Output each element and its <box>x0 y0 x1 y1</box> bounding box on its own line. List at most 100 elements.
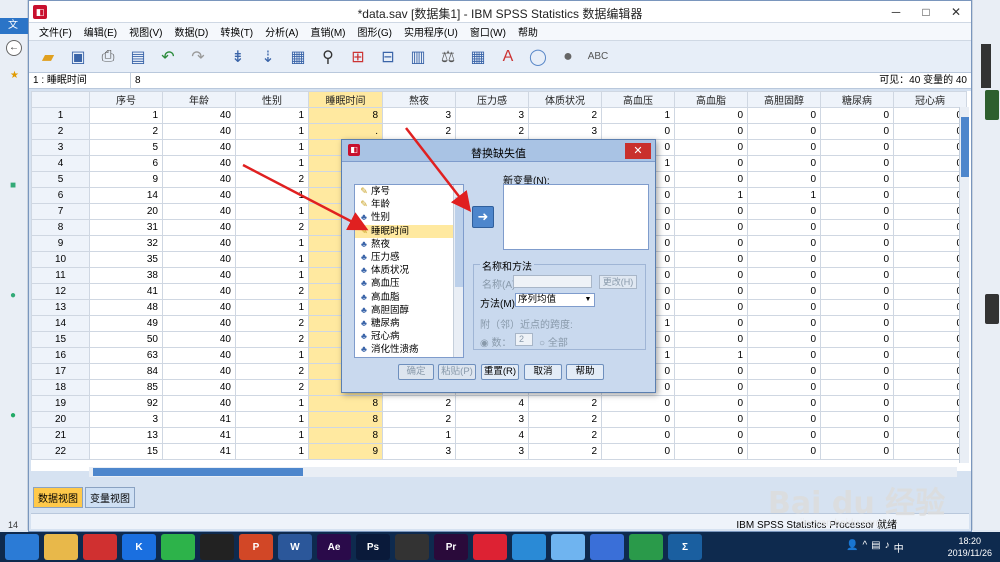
browser-icon[interactable] <box>5 534 39 560</box>
table-cell[interactable]: 1 <box>89 107 163 124</box>
variable-list-item[interactable]: ✎ 年龄 <box>355 198 463 211</box>
table-cell[interactable]: 0 <box>820 299 894 316</box>
table-cell[interactable]: 40 <box>162 187 236 204</box>
table-cell[interactable]: 8 <box>308 427 383 444</box>
show-all-icon[interactable]: ● <box>555 44 581 70</box>
back-nav-icon[interactable]: ← <box>6 40 22 56</box>
table-cell[interactable]: 4 <box>455 395 529 412</box>
find-icon[interactable]: ⚲ <box>315 44 341 70</box>
table-cell[interactable]: 9 <box>308 443 383 460</box>
table-cell[interactable]: 0 <box>893 267 967 284</box>
kugou-icon[interactable]: K <box>122 534 156 560</box>
row-header[interactable]: 8 <box>31 219 90 236</box>
table-cell[interactable]: 3 <box>455 411 529 428</box>
table-cell[interactable]: 41 <box>162 411 236 428</box>
chat-bubble-icon[interactable] <box>512 534 546 560</box>
table-cell[interactable]: 0 <box>893 219 967 236</box>
table-cell[interactable]: 40 <box>162 283 236 300</box>
table-cell[interactable]: 41 <box>89 283 163 300</box>
variable-list-item[interactable]: ♣ 高胆固醇 <box>355 304 463 317</box>
table-cell[interactable]: 40 <box>162 251 236 268</box>
table-cell[interactable]: 0 <box>820 155 894 172</box>
table-cell[interactable]: 0 <box>601 427 675 444</box>
table-cell[interactable]: 0 <box>674 395 748 412</box>
menu-graphs[interactable]: 图形(G) <box>351 24 397 39</box>
table-cell[interactable]: 38 <box>89 267 163 284</box>
table-cell[interactable]: 0 <box>674 427 748 444</box>
method-select[interactable]: 序列均值 ▼ <box>515 293 595 307</box>
table-cell[interactable]: 2 <box>455 123 529 140</box>
table-cell[interactable]: 8 <box>308 411 383 428</box>
table-cell[interactable]: 0 <box>747 283 821 300</box>
maximize-button[interactable]: □ <box>911 1 941 23</box>
table-cell[interactable]: 2 <box>235 363 309 380</box>
variable-list-item[interactable]: ♣ 压力感 <box>355 251 463 264</box>
table-cell[interactable]: 1 <box>235 427 309 444</box>
variable-list-scrollbar[interactable] <box>453 185 463 357</box>
table-cell[interactable]: 0 <box>601 411 675 428</box>
table-cell[interactable]: 1 <box>674 347 748 364</box>
variable-list-item[interactable]: ♣ 性别 <box>355 211 463 224</box>
table-cell[interactable]: 0 <box>747 171 821 188</box>
table-cell[interactable]: 1 <box>601 107 675 124</box>
row-header[interactable]: 1 <box>31 107 90 124</box>
table-cell[interactable]: 0 <box>820 427 894 444</box>
table-cell[interactable]: 35 <box>89 251 163 268</box>
table-cell[interactable]: 0 <box>674 315 748 332</box>
table-cell[interactable]: 0 <box>674 411 748 428</box>
use-sets-icon[interactable]: ◯ <box>525 44 551 70</box>
menu-analyze[interactable]: 分析(A) <box>259 24 304 39</box>
row-header[interactable]: 2 <box>31 123 90 140</box>
name-input[interactable] <box>513 275 592 288</box>
table-cell[interactable]: 0 <box>820 347 894 364</box>
table-cell[interactable]: 0 <box>893 299 967 316</box>
table-cell[interactable]: 0 <box>893 235 967 252</box>
wechat-work-icon[interactable] <box>629 534 663 560</box>
grid-corner[interactable] <box>31 91 90 108</box>
variable-list-scroll-thumb[interactable] <box>455 197 463 287</box>
table-cell[interactable]: 0 <box>820 139 894 156</box>
table-cell[interactable]: 2 <box>382 123 456 140</box>
table-cell[interactable]: 0 <box>747 139 821 156</box>
dropdown-arrow-icon[interactable]: ▼ <box>583 295 593 305</box>
help-button[interactable]: 帮助 <box>566 364 604 380</box>
table-cell[interactable]: 8 <box>308 395 383 412</box>
variable-list-item[interactable]: ♣ 消化性溃疡 <box>355 343 463 356</box>
table-cell[interactable]: 0 <box>674 171 748 188</box>
row-header[interactable]: 18 <box>31 379 90 396</box>
table-cell[interactable]: 0 <box>674 235 748 252</box>
table-cell[interactable]: 1 <box>747 187 821 204</box>
table-cell[interactable]: 0 <box>820 443 894 460</box>
table-cell[interactable]: 1 <box>235 107 309 124</box>
horizontal-scrollbar[interactable] <box>89 467 957 477</box>
row-header[interactable]: 7 <box>31 203 90 220</box>
table-cell[interactable]: 20 <box>89 203 163 220</box>
table-cell[interactable]: 0 <box>747 299 821 316</box>
row-header[interactable]: 11 <box>31 267 90 284</box>
row-header[interactable]: 20 <box>31 411 90 428</box>
table-cell[interactable]: 0 <box>820 411 894 428</box>
table-cell[interactable]: 31 <box>89 219 163 236</box>
table-cell[interactable]: 2 <box>382 395 456 412</box>
weight-cases-icon[interactable]: ⚖ <box>435 44 461 70</box>
table-cell[interactable]: 2 <box>382 411 456 428</box>
table-cell[interactable]: 41 <box>162 443 236 460</box>
dialog-close-button[interactable]: ✕ <box>625 143 651 159</box>
table-cell[interactable]: 0 <box>747 267 821 284</box>
menu-edit[interactable]: 编辑(E) <box>78 24 123 39</box>
table-cell[interactable]: 15 <box>89 443 163 460</box>
column-header[interactable]: 性别 <box>235 91 309 108</box>
table-cell[interactable]: 0 <box>674 299 748 316</box>
menu-data[interactable]: 数据(D) <box>168 24 214 39</box>
table-cell[interactable]: 4 <box>455 427 529 444</box>
table-cell[interactable]: 0 <box>820 315 894 332</box>
variable-list-item[interactable]: ♣ 糖尿病 <box>355 317 463 330</box>
table-cell[interactable]: 0 <box>747 427 821 444</box>
network-icon[interactable]: ▤ <box>871 540 880 555</box>
table-cell[interactable]: 0 <box>820 331 894 348</box>
table-cell[interactable]: 3 <box>382 107 456 124</box>
table-cell[interactable]: 40 <box>162 123 236 140</box>
table-cell[interactable]: 0 <box>893 155 967 172</box>
span-number-input[interactable]: 2 <box>515 333 533 346</box>
table-cell[interactable]: 0 <box>820 203 894 220</box>
